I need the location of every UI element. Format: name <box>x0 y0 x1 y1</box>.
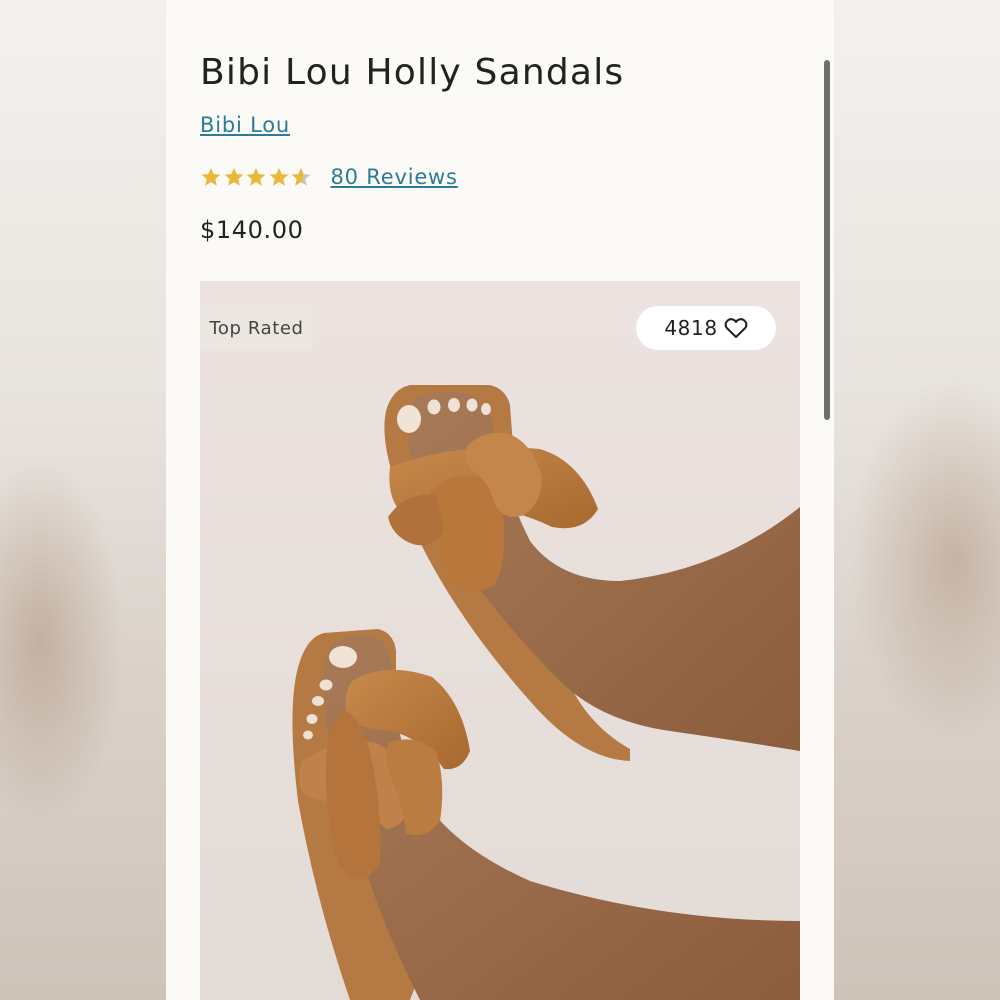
sandals-photo <box>200 281 800 1000</box>
brand-link[interactable]: Bibi Lou <box>200 113 290 137</box>
product-image[interactable]: Top Rated 4818 <box>200 281 800 1000</box>
star-icon <box>201 167 221 186</box>
product-page: Bibi Lou Holly Sandals Bibi Lou 80 Revie… <box>166 0 834 1000</box>
star-icon <box>246 167 266 186</box>
reviews-link[interactable]: 80 Reviews <box>331 165 458 189</box>
likes-count: 4818 <box>664 316 718 340</box>
background-blur-right <box>834 0 1000 1000</box>
star-rating <box>200 166 313 188</box>
product-title: Bibi Lou Holly Sandals <box>200 52 625 93</box>
product-price: $140.00 <box>200 216 304 244</box>
scrollbar[interactable] <box>824 60 830 420</box>
star-icon <box>269 167 288 186</box>
wishlist-button[interactable]: 4818 <box>636 306 776 350</box>
star-icon <box>224 167 243 186</box>
background-blur-left <box>0 0 166 1000</box>
star-icon <box>291 167 311 186</box>
top-rated-badge: Top Rated <box>200 306 313 350</box>
rating-row: 80 Reviews <box>200 160 458 194</box>
heart-outline-icon <box>724 318 748 338</box>
